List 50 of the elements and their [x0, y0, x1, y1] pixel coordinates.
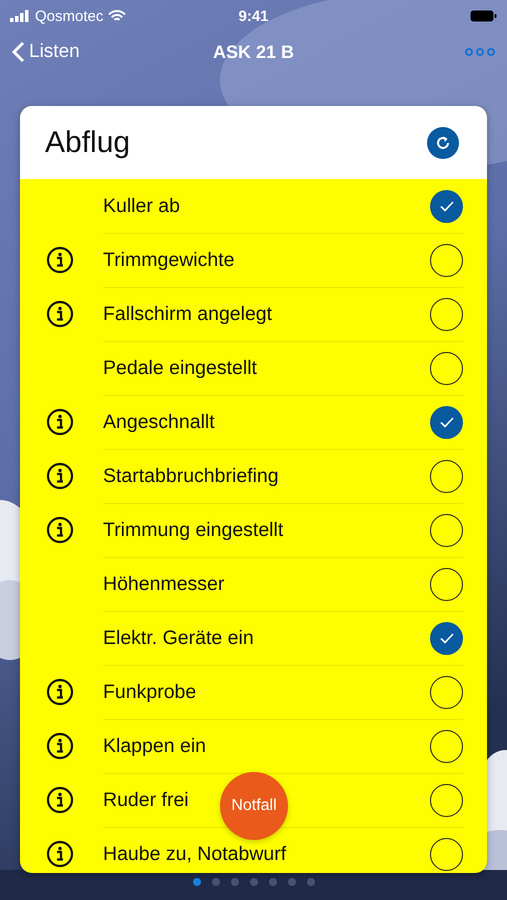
- info-icon[interactable]: [46, 732, 74, 760]
- checkbox[interactable]: [430, 622, 463, 655]
- checklist-item-label: Trimmgewichte: [103, 249, 234, 272]
- back-button[interactable]: Listen: [12, 41, 80, 63]
- info-icon[interactable]: [46, 300, 74, 328]
- checklist-item-label: Fallschirm angelegt: [103, 303, 272, 326]
- wifi-icon: [108, 10, 126, 22]
- info-icon[interactable]: [46, 678, 74, 706]
- checkbox[interactable]: [430, 838, 463, 871]
- battery-icon: [470, 10, 497, 22]
- checklist-item-label: Trimmung eingestellt: [103, 519, 284, 542]
- info-icon[interactable]: [46, 786, 74, 814]
- checklist-item-label: Funkprobe: [103, 681, 196, 704]
- info-icon[interactable]: [46, 516, 74, 544]
- checkbox[interactable]: [430, 460, 463, 493]
- signal-icon: [10, 10, 30, 22]
- checklist-item-label: Ruder frei: [103, 789, 189, 812]
- checkmark-icon: [440, 200, 454, 212]
- status-time: 9:41: [238, 8, 269, 24]
- card-title: Abflug: [45, 126, 132, 160]
- checklist-item-label: Angeschnallt: [103, 411, 215, 434]
- more-icon: [465, 48, 495, 56]
- checkbox[interactable]: [430, 298, 463, 331]
- checklist-item-label: Kuller ab: [103, 194, 180, 218]
- checklist-item-label: Pedale eingestellt: [103, 357, 257, 380]
- checkmark-icon: [440, 633, 454, 644]
- checkbox[interactable]: [430, 784, 463, 817]
- checkbox[interactable]: [430, 406, 463, 439]
- checkbox[interactable]: [430, 676, 463, 709]
- carrier-name: Qosmotec: [35, 8, 104, 24]
- checklist-item-label: Elektr. Geräte ein: [103, 627, 254, 650]
- reset-button[interactable]: [427, 126, 459, 158]
- checkbox[interactable]: [430, 190, 463, 222]
- checklist-item-label: Startabbruchbriefing: [103, 465, 279, 488]
- checkbox[interactable]: [430, 244, 463, 277]
- info-icon[interactable]: [46, 462, 74, 490]
- checkbox[interactable]: [430, 352, 463, 385]
- refresh-icon: [435, 134, 451, 150]
- info-icon[interactable]: [46, 246, 74, 274]
- checklist-item-label: Höhenmesser: [103, 573, 224, 596]
- checkbox[interactable]: [430, 568, 463, 601]
- checkbox[interactable]: [430, 514, 463, 547]
- info-icon[interactable]: [46, 840, 74, 868]
- checkmark-icon: [440, 417, 454, 428]
- info-icon[interactable]: [46, 408, 74, 436]
- chevron-left-icon: [12, 41, 25, 63]
- checklist-item-label: Klappen ein: [103, 735, 206, 758]
- checklist-item-label: Haube zu, Notabwurf: [103, 843, 286, 866]
- nav-title: ASK 21 B: [212, 42, 296, 62]
- checkbox[interactable]: [430, 730, 463, 763]
